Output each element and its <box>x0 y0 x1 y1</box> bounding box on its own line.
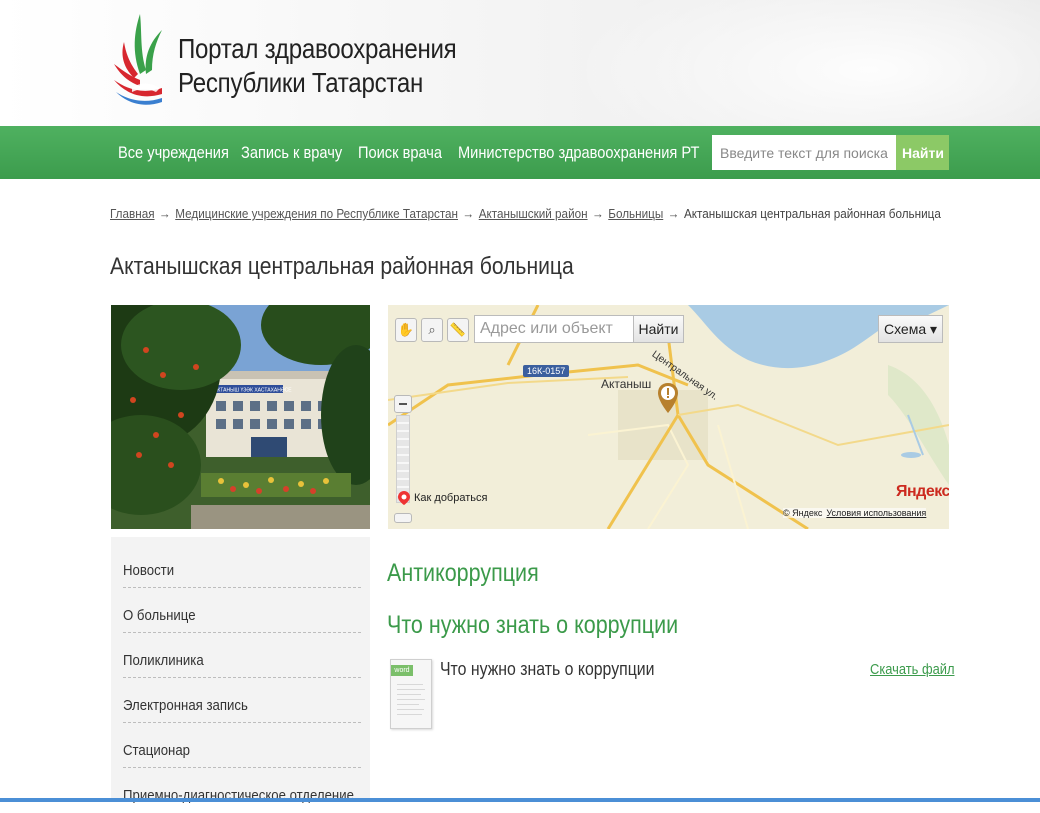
map-zoom-in-button[interactable] <box>394 513 412 523</box>
map-layer-select[interactable]: Схема ▾ <box>878 315 943 343</box>
road-number-badge: 16К-0157 <box>523 365 570 377</box>
document-title: Что нужно знать о коррупции <box>440 659 655 679</box>
main-nav: Все учреждения Запись к врачу Поиск врач… <box>0 126 1040 179</box>
portal-title-line2: Республики Татарстан <box>178 67 424 98</box>
map-zoom-slider[interactable] <box>396 415 410 503</box>
breadcrumb-current: Актанышская центральная районная больниц… <box>683 206 941 221</box>
sidebar-item-label: Стационар <box>123 742 191 759</box>
map-copyright: © Яндекс Условия использования <box>783 508 927 518</box>
nav-find-doctor[interactable]: Поиск врача <box>358 143 442 163</box>
hospital-photo: АКТАНЫШ ҮЗӘК ХАСТАХАНӘСЕ <box>111 305 370 529</box>
tatarstan-health-logo-icon[interactable] <box>110 12 166 110</box>
sidebar-item-admission-department[interactable]: Приемно-диагностическое отделение <box>123 768 361 813</box>
map-magnifier-tool-icon[interactable]: ⌕ <box>421 318 443 342</box>
site-search-button[interactable]: Найти <box>896 135 949 170</box>
hospital-location-marker-icon[interactable] <box>658 383 678 413</box>
breadcrumb-link-district[interactable]: Актанышский район <box>479 206 588 221</box>
breadcrumb-separator: → <box>592 206 604 221</box>
hospital-photo-image: АКТАНЫШ ҮЗӘК ХАСТАХАНӘСЕ <box>111 305 370 529</box>
nav-ministry-of-health[interactable]: Министерство здравоохранения РТ <box>458 143 699 163</box>
map-town-label: Актаныш <box>601 377 652 391</box>
sidebar-item-polyclinic[interactable]: Поликлиника <box>123 633 361 678</box>
map-terms-link[interactable]: Условия использования <box>826 508 926 518</box>
sidebar-item-about[interactable]: О больнице <box>123 588 361 633</box>
site-search-input[interactable] <box>712 135 896 170</box>
sidebar-item-label: Новости <box>123 562 175 579</box>
breadcrumb-separator: → <box>159 206 171 221</box>
sidebar-item-label: Поликлиника <box>123 652 204 669</box>
sidebar-item-e-appointment[interactable]: Электронная запись <box>123 678 361 723</box>
map-zoom-control <box>394 395 412 525</box>
yandex-map[interactable]: ✋ ⌕ 📏 Найти Схема ▾ 16К-0157 Актаныш Цен… <box>388 305 949 529</box>
nav-doctor-appointment[interactable]: Запись к врачу <box>241 143 342 163</box>
sidebar-item-news[interactable]: Новости <box>123 543 361 588</box>
header-background-decoration <box>520 0 1040 126</box>
map-directions-link[interactable]: Как добраться <box>398 491 487 505</box>
breadcrumb-link-hospitals[interactable]: Больницы <box>608 206 663 221</box>
section-title: Антикоррупция <box>387 559 539 587</box>
breadcrumb-link-institutions[interactable]: Медицинские учреждения по Республике Тат… <box>175 206 458 221</box>
word-document-icon[interactable]: word <box>390 659 432 729</box>
breadcrumb: Главная → Медицинские учреждения по Респуб… <box>110 206 941 221</box>
page-title: Актанышская центральная районная больниц… <box>110 253 574 280</box>
window-bottom-edge <box>0 798 1040 802</box>
breadcrumb-separator: → <box>667 206 680 221</box>
map-drag-tool-icon[interactable]: ✋ <box>395 318 417 342</box>
sidebar-item-label: О больнице <box>123 607 196 624</box>
map-copyright-text: © Яндекс <box>783 508 823 518</box>
breadcrumb-link-home[interactable]: Главная <box>110 206 155 221</box>
sidebar-item-inpatient[interactable]: Стационар <box>123 723 361 768</box>
site-header: Портал здравоохранения Республики Татарс… <box>0 0 1040 126</box>
portal-title-line1: Портал здравоохранения <box>178 33 457 64</box>
download-file-link[interactable]: Скачать файл <box>870 661 954 678</box>
route-pin-icon <box>398 491 410 505</box>
building-sign: АКТАНЫШ ҮЗӘК ХАСТАХАНӘСЕ <box>214 388 292 394</box>
word-badge: word <box>391 665 413 676</box>
map-directions-label: Как добраться <box>414 492 488 504</box>
map-find-button[interactable]: Найти <box>633 315 684 343</box>
sidebar-item-label: Электронная запись <box>123 697 248 714</box>
nav-all-institutions[interactable]: Все учреждения <box>118 143 229 163</box>
portal-title[interactable]: Портал здравоохранения Республики Татарс… <box>178 32 457 100</box>
breadcrumb-separator: → <box>462 206 475 221</box>
yandex-logo[interactable]: Яндекс <box>896 483 949 501</box>
subsection-title: Что нужно знать о коррупции <box>387 611 679 639</box>
map-zoom-out-button[interactable] <box>394 395 412 413</box>
hospital-sidebar-menu: Новости О больнице Поликлиника Электронн… <box>111 537 370 804</box>
map-ruler-tool-icon[interactable]: 📏 <box>447 318 469 342</box>
map-search-input[interactable] <box>474 315 634 343</box>
